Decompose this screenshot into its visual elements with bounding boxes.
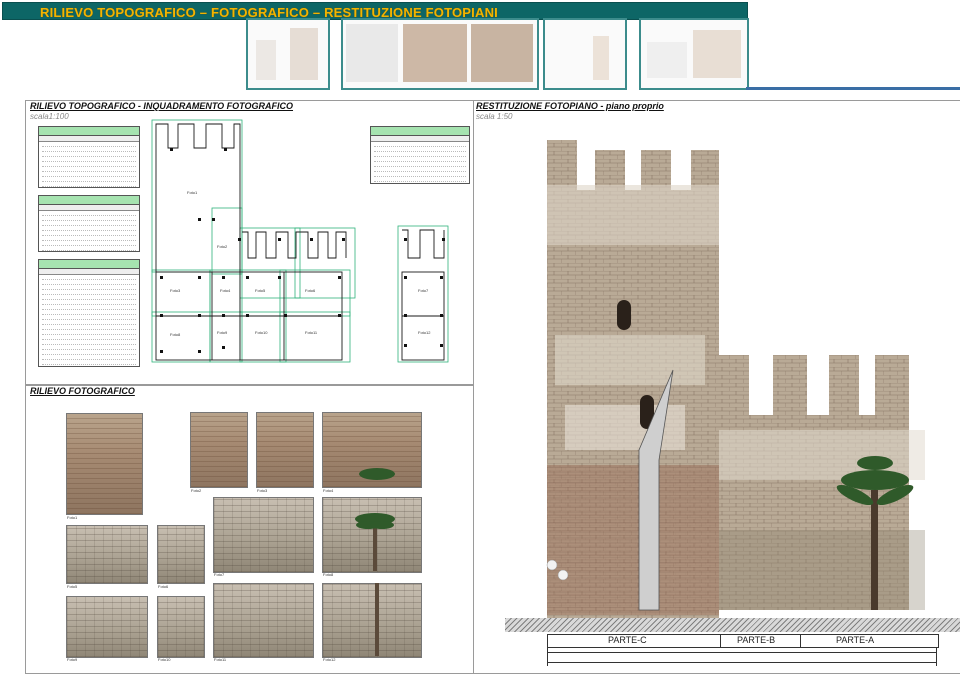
part-label-a: PARTE-A [836,635,875,645]
palm-tree-photo-4 [359,468,395,480]
dimension-tick [547,648,548,666]
photo-caption: Foto1 [67,515,78,520]
plan-photo-label: Foto5 [255,288,266,293]
topo-panel-title: RILIEVO TOPOGRAFICO - INQUADRAMENTO FOTO… [30,101,294,111]
thumbnail-slide-3[interactable] [543,18,627,90]
photo-caption: Foto5 [67,584,78,589]
palm-tree-photo-12 [375,583,379,656]
plan-photo-label: Foto10 [255,330,268,335]
coordinates-table-3 [38,259,140,367]
photo-caption: Foto2 [191,488,202,493]
site-photo[interactable] [157,596,205,658]
site-photo[interactable] [157,525,205,584]
site-photo[interactable] [256,412,314,488]
palm-tree-photo-8 [355,513,395,571]
plan-photo-label: Foto9 [217,330,228,335]
plan-photo-label: Foto12 [418,330,431,335]
photo-caption: Foto9 [67,657,78,662]
dimension-line [547,652,937,653]
plan-photo-label: Foto11 [305,330,318,335]
photo-caption: Foto12 [323,657,336,662]
photo-caption: Foto3 [257,488,268,493]
dimension-line [547,662,937,663]
photo-caption: Foto4 [323,488,334,493]
site-photo[interactable] [66,596,148,658]
coordinates-table-1 [38,126,140,188]
site-photo[interactable] [66,525,148,584]
photo-caption: Foto6 [158,584,169,589]
coordinates-table-2 [38,195,140,252]
ground-hatch [505,618,960,632]
facade-elevation [546,140,925,620]
photo-caption: Foto7 [214,572,225,577]
site-photo[interactable] [66,413,143,515]
topo-panel-scale: scala1:100 [30,112,69,121]
site-photo[interactable] [213,497,314,573]
part-label-c: PARTE-C [608,635,647,645]
photo-caption: Foto8 [323,572,334,577]
fotopiano-panel-scale: scala 1:50 [476,112,513,121]
site-photo[interactable] [190,412,248,488]
part-label-b: PARTE-B [737,635,776,645]
plan-photo-label: Foto8 [170,332,181,337]
fotopiano-panel-title: RESTITUZIONE FOTOPIANO - piano proprio [476,101,664,111]
plan-photo-label: Foto1 [187,190,198,195]
plan-photo-label: Foto7 [418,288,429,293]
photo-panel-title: RILIEVO FOTOGRAFICO [30,386,135,396]
header-rule [746,87,960,90]
plan-photo-label: Foto3 [170,288,181,293]
thumbnail-slide-2[interactable] [341,18,539,90]
dimension-tick [936,648,937,666]
plan-photo-label: Foto6 [305,288,316,293]
photo-caption: Foto11 [214,657,227,662]
plan-photo-label: Foto4 [220,288,231,293]
plan-photo-label: Foto2 [217,244,228,249]
thumbnail-slide-4[interactable] [639,18,749,90]
site-photo[interactable] [213,583,314,658]
thumbnail-slide-1[interactable] [246,18,330,90]
part-divider [720,634,721,648]
photo-caption: Foto10 [158,657,171,662]
part-divider [800,634,801,648]
